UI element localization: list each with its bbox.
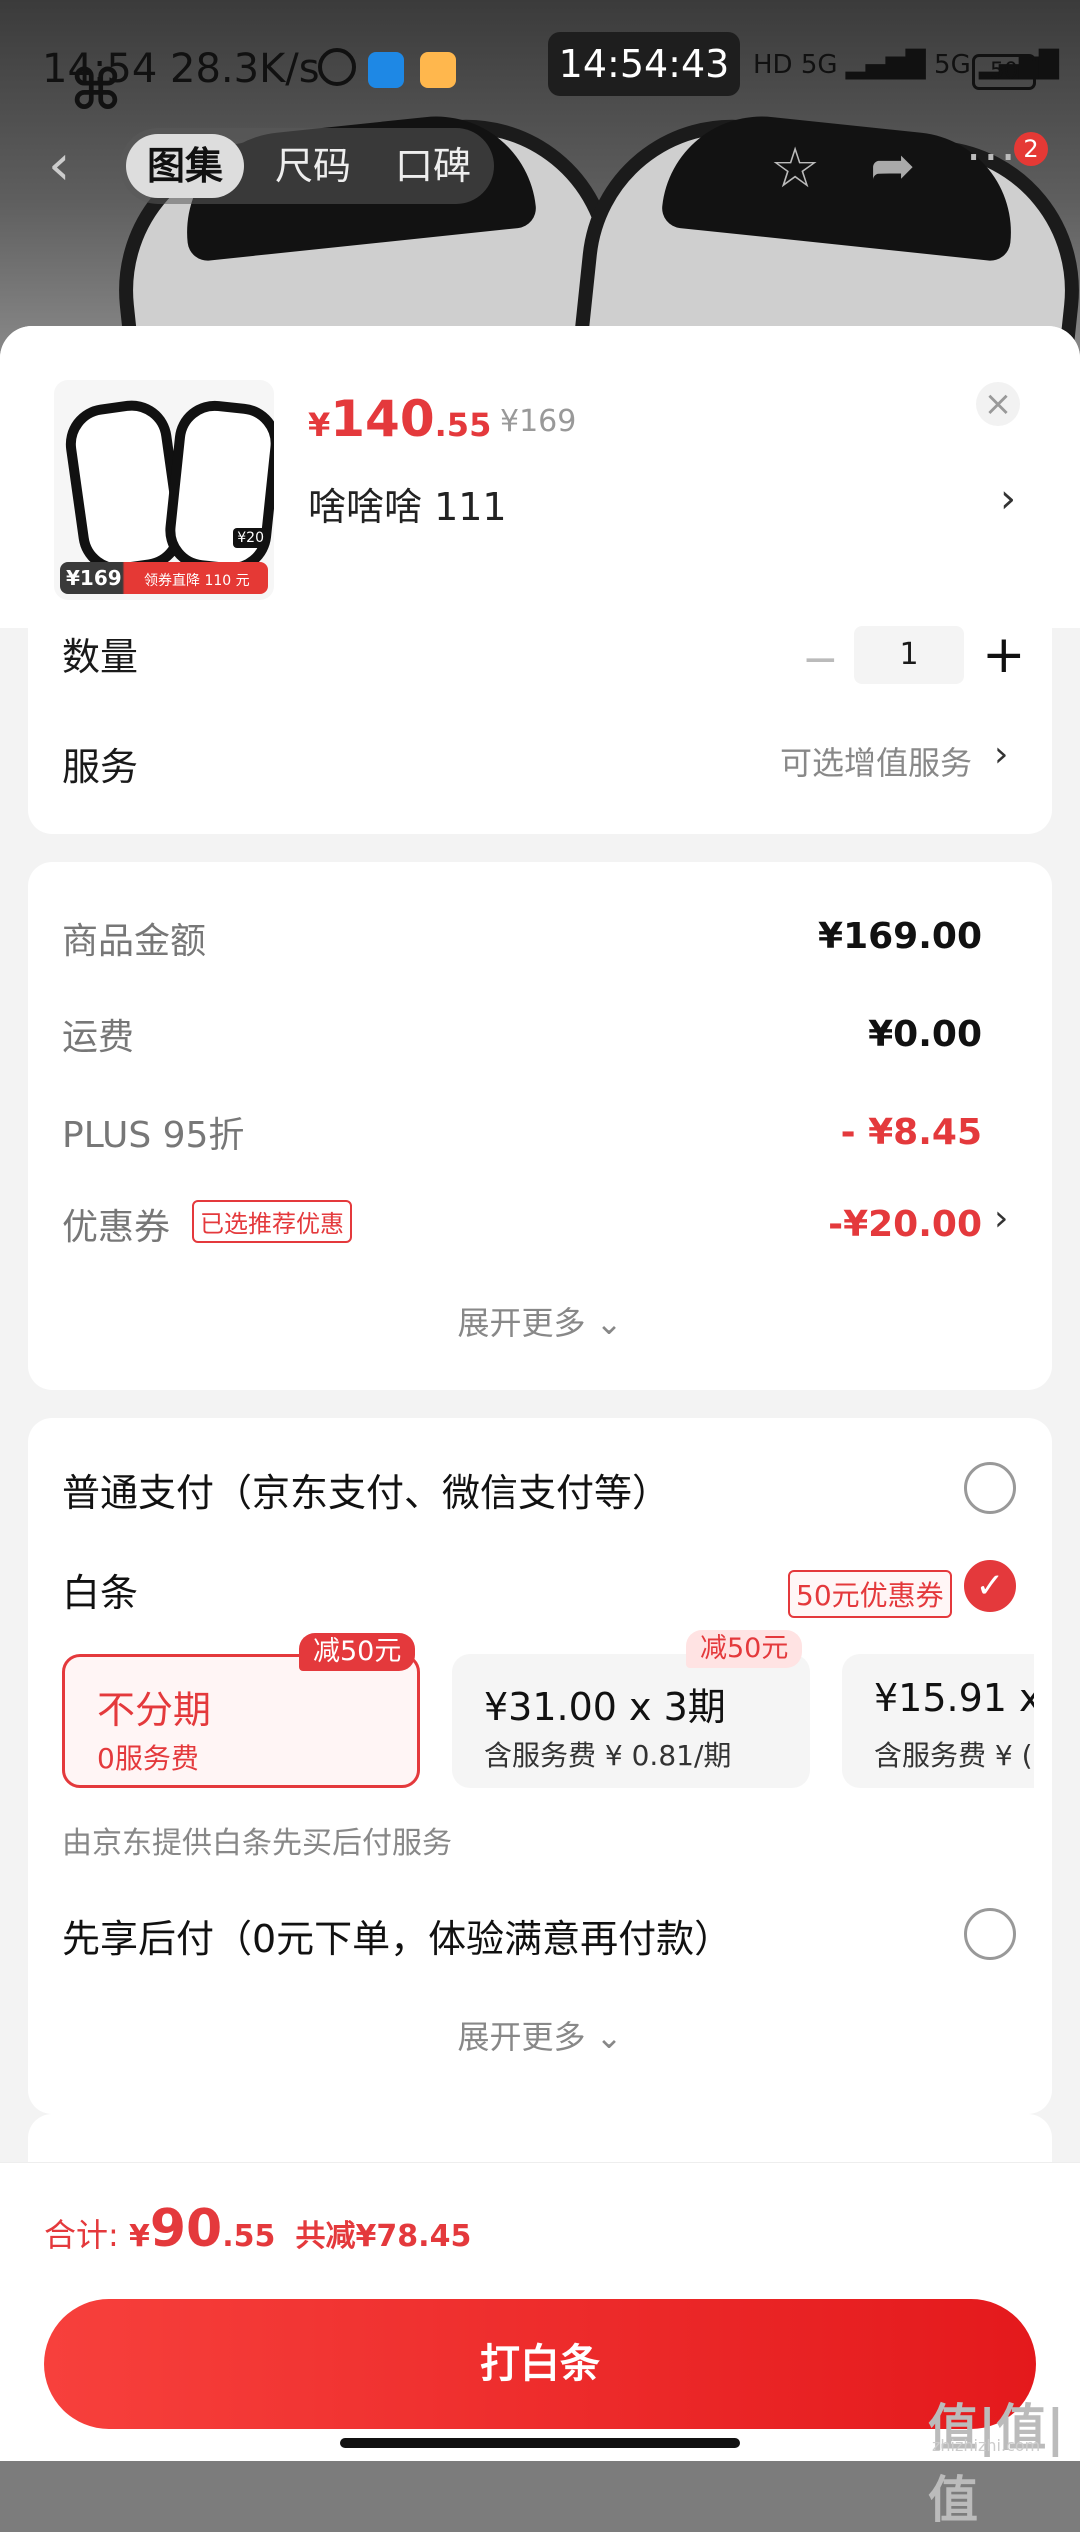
payment-option-pay-later[interactable]: 先享后付（0元下单，体验满意再付款）: [62, 1908, 732, 1963]
plan-discount-badge: 减50元: [299, 1633, 416, 1671]
more-badge: 2: [1014, 132, 1048, 166]
checkout-footer: 合计: ¥90.55 共减¥78.45 打白条: [0, 2162, 1080, 2461]
payment-option-normal[interactable]: 普通支付（京东支付、微信支付等）: [62, 1462, 670, 1517]
amount-value-goods: ¥169.00: [818, 916, 982, 957]
chevron-right-icon[interactable]: ›: [1000, 476, 1016, 522]
alarm-icon: [318, 48, 356, 86]
quantity-label: 数量: [62, 635, 139, 679]
expand-more-amounts[interactable]: 展开更多 ⌄: [28, 1298, 1052, 1344]
baitiao-note: 由京东提供白条先买后付服务: [62, 1826, 452, 1861]
installment-plan-3[interactable]: 减50元 ¥31.00 x 3期 含服务费 ¥ 0.81/期: [452, 1630, 810, 1788]
installment-plan-6[interactable]: ¥15.91 x 含服务费 ¥ (: [842, 1654, 1052, 1788]
total-saved: 共减¥78.45: [295, 2219, 472, 2254]
radio-pay-later[interactable]: [964, 1908, 1016, 1960]
scroll-clip: [1034, 1654, 1052, 1788]
quantity-service-card: 数量 − 1 + 服务 可选增值服务 ›: [28, 626, 1052, 834]
product-thumbnail[interactable]: ¥20 ¥169 领券直降 110 元: [54, 380, 274, 600]
status-bar: 14:54 28.3K/s 14:54:43 HD 5G ▂▄▆█ 5G ▂▄▆…: [0, 30, 1080, 110]
amount-value-coupon[interactable]: -¥20.00: [828, 1204, 982, 1245]
pay-baitiao-button[interactable]: 打白条: [44, 2299, 1036, 2429]
plan-discount-badge: 减50元: [686, 1630, 803, 1668]
quantity-input[interactable]: 1: [854, 626, 964, 684]
radio-baitiao-checked[interactable]: ✓: [964, 1560, 1016, 1612]
tab-size[interactable]: 尺码: [258, 134, 368, 198]
close-icon[interactable]: ×: [976, 382, 1020, 426]
plan-title: ¥15.91 x: [874, 1676, 1042, 1720]
message-notification-icon: [420, 52, 456, 88]
watermark-site: zhizhizhi.com: [932, 2436, 1041, 2455]
watermark-logo: 值|值|值: [928, 2399, 1065, 2529]
network-speed: 28.3K/s: [170, 46, 320, 92]
original-price: ¥169: [500, 404, 577, 439]
sheet-header: ¥20 ¥169 领券直降 110 元 ¥140.55 ¥169 × 啥啥啥 1…: [0, 326, 1080, 628]
app-notification-icon: [368, 52, 404, 88]
thumb-price: ¥169: [66, 566, 122, 590]
amount-value-shipping: ¥0.00: [868, 1014, 982, 1055]
order-total: 合计: ¥90.55 共减¥78.45: [44, 2199, 472, 2259]
product-navbar: ‹ 图集 尺码 口碑 ☆ ➦ ··· 2: [0, 124, 1080, 208]
radio-normal[interactable]: [964, 1462, 1016, 1514]
status-time: 14:54: [42, 46, 158, 92]
quantity-minus-button[interactable]: −: [802, 634, 839, 685]
expand-more-payment[interactable]: 展开更多 ⌄: [28, 2012, 1052, 2058]
service-label: 服务: [62, 745, 139, 789]
chevron-right-icon[interactable]: ›: [994, 734, 1008, 775]
checkout-sheet: ¥20 ¥169 领券直降 110 元 ¥140.55 ¥169 × 啥啥啥 1…: [0, 326, 1080, 2460]
current-price: ¥140.55: [308, 390, 492, 448]
amount-label-plus: PLUS 95折: [62, 1115, 245, 1156]
plan-title: ¥31.00 x 3期: [484, 1685, 726, 1729]
service-hint[interactable]: 可选增值服务: [780, 738, 972, 784]
selected-sku[interactable]: 啥啥啥 111: [308, 476, 507, 531]
baitiao-coupon-badge: 50元优惠券: [788, 1570, 952, 1618]
amount-label-goods: 商品金额: [62, 921, 207, 962]
plan-fee: 含服务费 ¥ 0.81/期: [484, 1739, 732, 1772]
coupon-status-badge: 已选推荐优惠: [192, 1200, 352, 1243]
home-indicator[interactable]: [340, 2438, 740, 2448]
installment-plan-none[interactable]: 减50元 不分期 0服务费: [62, 1633, 420, 1788]
floating-clock: 14:54:43: [548, 32, 740, 96]
amount-value-plus: - ¥8.45: [840, 1112, 982, 1153]
tab-reviews[interactable]: 口碑: [378, 134, 488, 198]
amount-label-coupon: 优惠券: [62, 1207, 171, 1248]
amount-card: 商品金额 ¥169.00 运费 ¥0.00 PLUS 95折 - ¥8.45 优…: [28, 862, 1052, 1390]
more-icon[interactable]: ···: [966, 130, 1018, 186]
plan-title: 不分期: [97, 1688, 212, 1732]
tab-gallery[interactable]: 图集: [126, 134, 244, 198]
battery-icon: 50: [972, 54, 1036, 90]
back-icon[interactable]: ‹: [48, 138, 88, 194]
gallery-tabs: 图集 尺码 口碑: [120, 128, 494, 204]
payment-option-baitiao[interactable]: 白条: [62, 1562, 138, 1617]
plan-fee: 含服务费 ¥ (: [874, 1739, 1033, 1772]
share-icon[interactable]: ➦: [870, 134, 915, 197]
payment-card: 普通支付（京东支付、微信支付等） 白条 50元优惠券 ✓ 减50元 不分期 0服…: [28, 1418, 1052, 2114]
thumb-coupon: ¥20: [233, 528, 268, 548]
quantity-plus-button[interactable]: +: [982, 626, 1026, 684]
plan-fee: 0服务费: [97, 1742, 199, 1775]
favorite-star-icon[interactable]: ☆: [770, 136, 820, 201]
chevron-right-icon[interactable]: ›: [994, 1198, 1008, 1239]
thumb-promo-text: 领券直降 110 元: [144, 573, 250, 589]
slide-image-right: [161, 396, 274, 578]
amount-label-shipping: 运费: [62, 1017, 135, 1058]
